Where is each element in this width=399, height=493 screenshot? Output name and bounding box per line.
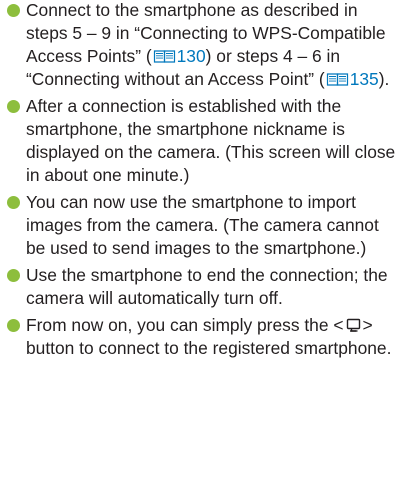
instruction-text: After a connection is established with t… [26,96,396,185]
instruction-item-nickname: After a connection is established with t… [0,95,399,187]
page-reference-no-access-point[interactable]: 135 [325,69,379,89]
page-number: 130 [176,46,206,66]
instruction-text-part: From now on, you can simply press the < [26,315,344,335]
page-reference-wps[interactable]: 130 [152,46,206,66]
book-icon [326,72,349,86]
mobile-device-button-icon [345,318,362,333]
instruction-text: Use the smartphone to end the connection… [26,265,388,308]
bullet-dot [7,196,20,209]
bullet-dot [7,269,20,282]
bullet-dot [7,100,20,113]
instruction-item-connect: Connect to the smartphone as described i… [0,0,399,91]
page-number: 135 [349,69,379,89]
instruction-text-part: ). [378,69,390,89]
instruction-list: Connect to the smartphone as described i… [0,0,399,364]
book-icon [153,49,176,63]
bullet-dot [7,4,20,17]
instruction-item-button: From now on, you can simply press the < … [0,314,399,360]
instruction-item-end-connection: Use the smartphone to end the connection… [0,264,399,310]
instruction-text: You can now use the smartphone to import… [26,192,379,258]
instruction-item-import: You can now use the smartphone to import… [0,191,399,260]
bullet-dot [7,319,20,332]
